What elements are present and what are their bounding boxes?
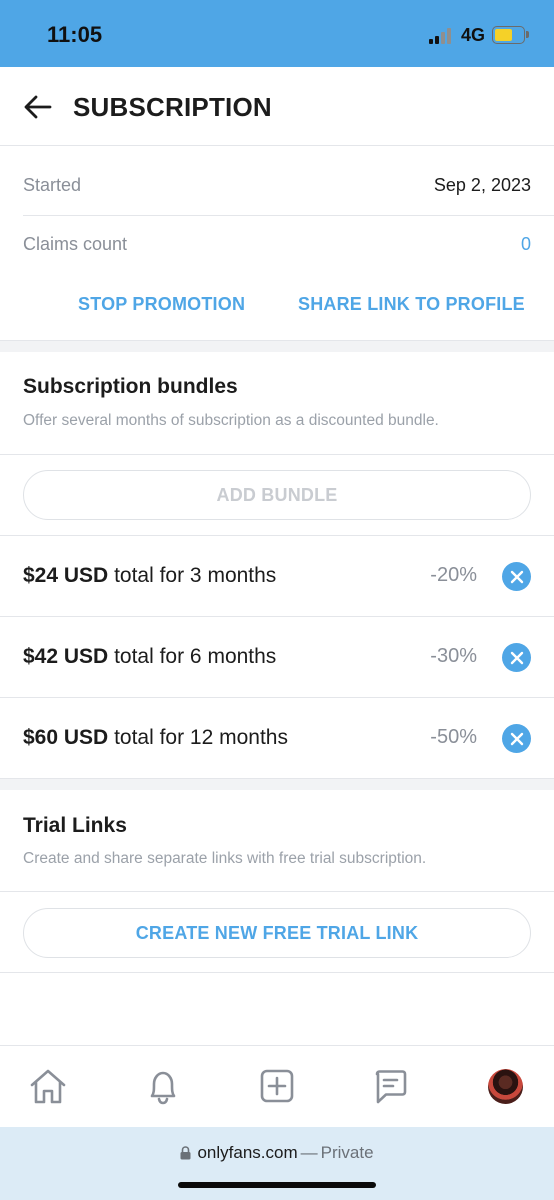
started-row: Started Sep 2, 2023: [0, 147, 554, 215]
battery-level: [495, 29, 513, 41]
divider: [0, 891, 554, 892]
status-time: 11:05: [47, 22, 103, 47]
bundle-discount: -30%: [430, 645, 477, 667]
trial-links-section-title: Trial Links: [23, 814, 127, 837]
home-icon: [30, 1069, 66, 1104]
browser-url-bar[interactable]: onlyfans.com — Private: [0, 1127, 554, 1200]
browsing-mode: Private: [320, 1143, 374, 1162]
bell-icon: [150, 1071, 176, 1105]
bundle-discount: -20%: [430, 564, 477, 586]
started-label: Started: [23, 175, 82, 195]
page-title: SUBSCRIPTION: [73, 92, 272, 122]
close-icon: [510, 570, 523, 583]
arrow-left-icon: [24, 95, 52, 119]
nav-home-button[interactable]: [28, 1066, 68, 1106]
bundle-description: $60 USD total for 12 months: [23, 726, 288, 750]
bundle-discount: -50%: [430, 726, 477, 748]
nav-new-post-button[interactable]: [257, 1066, 297, 1106]
bundles-section-description: Offer several months of subscription as …: [23, 412, 439, 429]
claims-row: Claims count 0: [0, 216, 554, 272]
url-separator: —: [300, 1143, 318, 1162]
add-bundle-button[interactable]: ADD BUNDLE: [23, 470, 531, 520]
home-indicator[interactable]: [178, 1182, 376, 1188]
started-value: Sep 2, 2023: [433, 175, 531, 195]
messages-icon: [375, 1070, 407, 1104]
stop-promotion-button[interactable]: STOP PROMOTION: [78, 294, 245, 315]
bundle-price: $60 USD: [23, 726, 109, 749]
lock-icon: [180, 1146, 191, 1160]
close-icon: [510, 651, 523, 664]
trial-links-section-description: Create and share separate links with fre…: [23, 850, 427, 867]
bundle-term: total for 6 months: [114, 645, 277, 668]
bundles-section-title: Subscription bundles: [23, 375, 238, 398]
nav-notifications-button[interactable]: [143, 1066, 183, 1106]
bundle-item: $24 USD total for 3 months -20%: [0, 536, 554, 616]
section-separator: [0, 778, 554, 790]
url-domain: onlyfans.com: [197, 1143, 298, 1162]
bundle-term: total for 3 months: [114, 564, 277, 587]
url-display: onlyfans.com — Private: [0, 1143, 554, 1163]
section-separator: [0, 340, 554, 352]
close-icon: [510, 732, 523, 745]
battery-cap: [526, 31, 529, 38]
bundle-price: $24 USD: [23, 564, 109, 587]
remove-bundle-button[interactable]: [502, 643, 531, 672]
bundle-price: $42 USD: [23, 645, 109, 668]
add-post-icon: [260, 1069, 294, 1103]
divider: [0, 972, 554, 973]
bundle-item: $42 USD total for 6 months -30%: [0, 617, 554, 697]
bundle-description: $24 USD total for 3 months: [23, 564, 276, 588]
nav-messages-button[interactable]: [371, 1066, 411, 1106]
bundle-item: $60 USD total for 12 months -50%: [0, 698, 554, 778]
claims-count-link[interactable]: 0: [521, 234, 531, 255]
battery-icon: [492, 26, 525, 44]
profile-avatar[interactable]: [488, 1069, 523, 1104]
bundle-term: total for 12 months: [114, 726, 288, 749]
bottom-nav: [0, 1045, 554, 1127]
network-type: 4G: [461, 25, 486, 45]
bundle-description: $42 USD total for 6 months: [23, 645, 276, 669]
remove-bundle-button[interactable]: [502, 724, 531, 753]
remove-bundle-button[interactable]: [502, 562, 531, 591]
status-bar: 11:05 4G: [0, 0, 554, 67]
signal-strength-icon: [429, 28, 455, 44]
back-button[interactable]: [22, 92, 54, 122]
share-link-to-profile-button[interactable]: SHARE LINK TO PROFILE: [298, 294, 525, 315]
page-header: SUBSCRIPTION: [0, 67, 554, 146]
divider: [0, 454, 554, 455]
create-free-trial-link-button[interactable]: CREATE NEW FREE TRIAL LINK: [23, 908, 531, 958]
claims-label: Claims count: [23, 234, 128, 254]
